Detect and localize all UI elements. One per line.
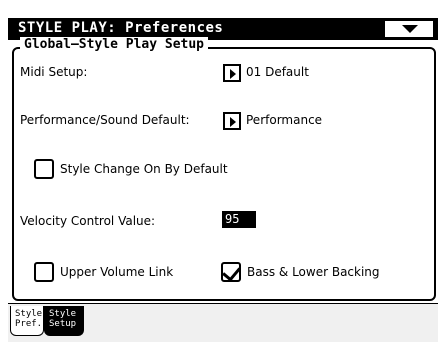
tab-label-line2: Setup [49,319,77,329]
velocity-control-value-field[interactable]: 95 [222,211,256,228]
page-menu-button[interactable] [384,20,434,38]
velocity-control-value: 95 [225,212,240,226]
midi-setup-value[interactable]: 01 Default [246,65,309,79]
tab-label-line1: Style [49,309,77,319]
midi-setup-popup-button[interactable] [223,64,241,82]
performance-sound-default-value[interactable]: Performance [246,113,322,127]
upper-volume-link-label[interactable]: Upper Volume Link [60,265,173,279]
tab-style-setup[interactable]: Style Setup [44,306,84,336]
style-change-label[interactable]: Style Change On By Default [60,162,228,176]
page-title: STYLE PLAY: Preferences [18,20,224,36]
bass-lower-backing-label[interactable]: Bass & Lower Backing [247,265,380,279]
triangle-right-icon [230,117,236,127]
upper-volume-link-checkbox[interactable] [34,262,54,282]
performance-sound-default-label: Performance/Sound Default: [20,113,190,127]
chevron-down-icon [402,25,418,33]
midi-setup-label: Midi Setup: [20,65,88,79]
group-title: Global–Style Play Setup [20,37,209,52]
triangle-right-icon [230,69,236,79]
bass-lower-backing-checkbox[interactable] [221,262,241,282]
style-change-checkbox[interactable] [34,159,54,179]
tab-label-line1: Style [15,309,43,319]
velocity-control-label: Velocity Control Value: [20,214,156,228]
checkmark-icon [222,262,241,282]
performance-sound-default-popup-button[interactable] [223,112,241,130]
tab-label-line2: Pref. [15,319,43,329]
tab-style-pref[interactable]: Style Pref. [10,306,44,336]
